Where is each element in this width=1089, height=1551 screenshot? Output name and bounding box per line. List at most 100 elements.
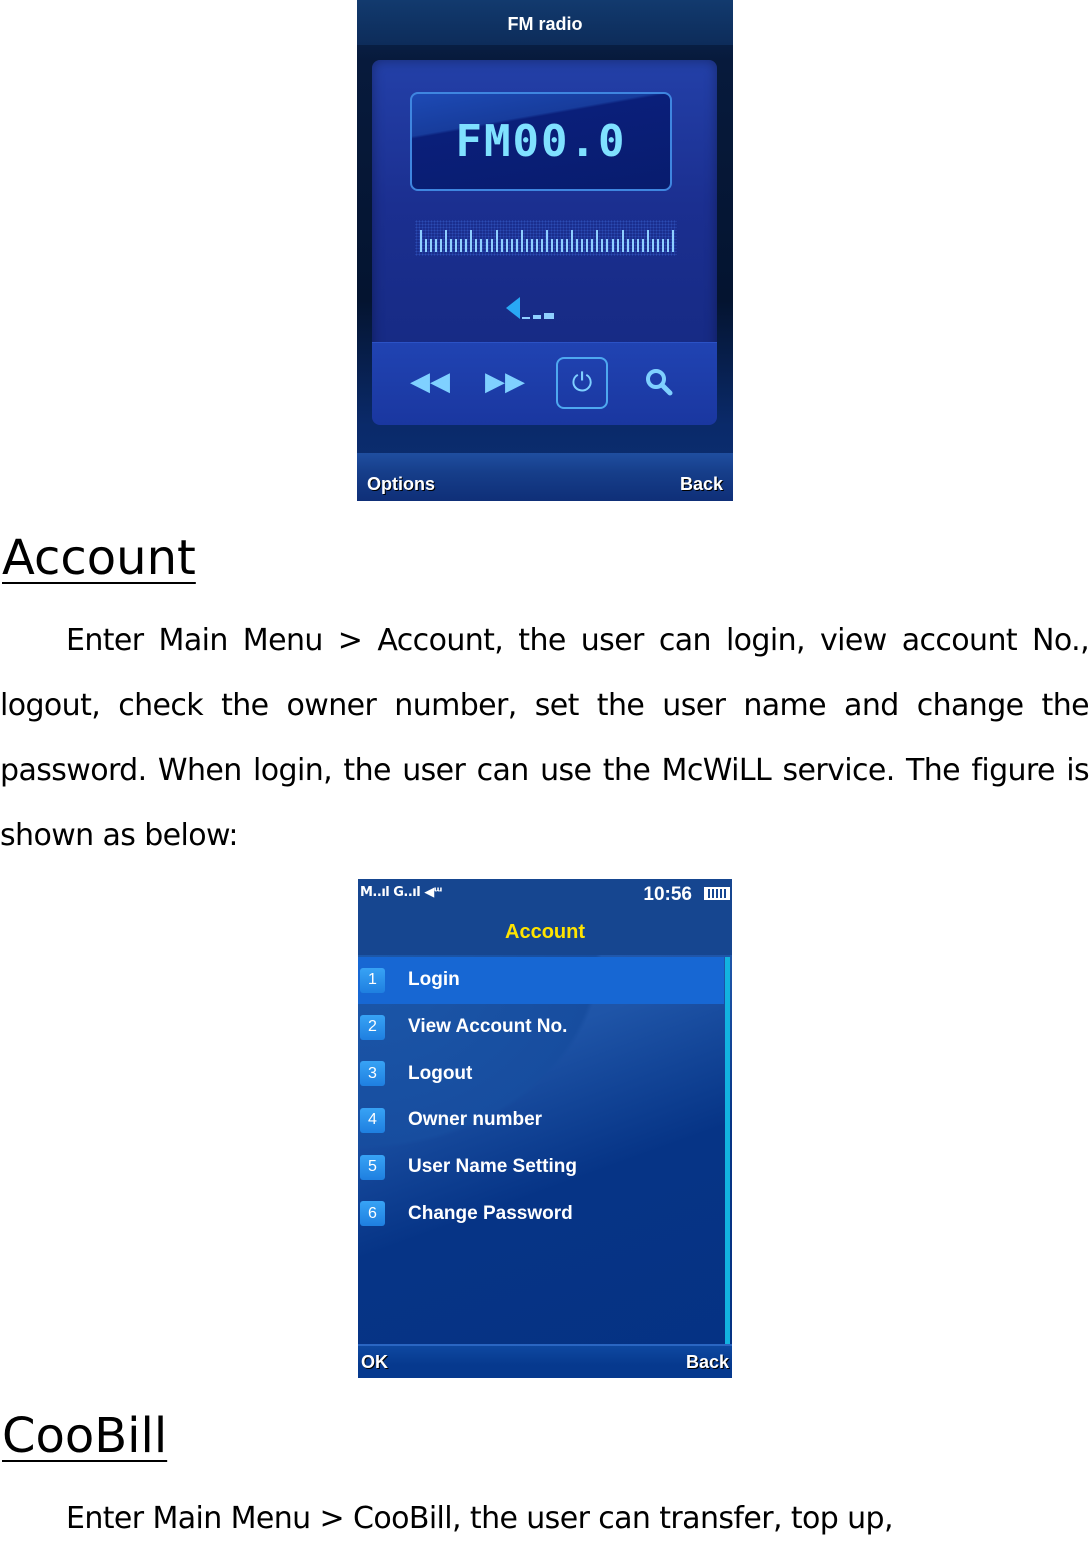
search-button[interactable] (634, 357, 684, 407)
scale-tick (626, 239, 629, 252)
scale-tick (515, 239, 518, 252)
scale-tick (546, 230, 548, 252)
scale-tick (420, 230, 422, 252)
rewind-icon: ◀◀ (410, 367, 450, 397)
scale-tick (581, 239, 584, 252)
scale-tick (425, 239, 428, 252)
clock: 10:56 (643, 884, 692, 905)
coobill-paragraph: Enter Main Menu > CooBill, the user can … (0, 1486, 1089, 1551)
scale-tick (601, 239, 604, 252)
scale-tick (455, 239, 458, 252)
scale-tick (561, 239, 564, 252)
fast-forward-icon: ▶▶ (485, 367, 525, 397)
scale-tick (586, 239, 589, 252)
scale-tick (616, 239, 619, 252)
scale-tick (480, 239, 483, 252)
scale-tick (656, 239, 659, 252)
scale-tick (672, 230, 674, 252)
account-menu-list: 1 Login 2 View Account No. 3 Logout 4 Ow… (358, 957, 724, 1237)
scale-tick (430, 239, 433, 252)
number-badge: 2 (360, 1014, 385, 1040)
scale-tick (460, 239, 463, 252)
scale-tick (621, 230, 624, 252)
scale-tick (631, 239, 634, 252)
scale-tick (661, 239, 664, 252)
volume-indicator[interactable] (506, 297, 566, 321)
scale-tick (535, 239, 538, 252)
scale-tick (445, 230, 448, 252)
scale-tick (485, 239, 488, 252)
fm-panel: FM00.0 ◀◀ ▶▶ ⏻ (372, 60, 717, 425)
volume-bar (533, 315, 541, 319)
scale-tick (470, 230, 473, 252)
number-badge: 6 (360, 1201, 385, 1227)
scale-tick (525, 239, 528, 252)
fast-forward-button[interactable]: ▶▶ (480, 357, 530, 407)
scale-tick (540, 239, 543, 252)
menu-item-user-name-setting[interactable]: 5 User Name Setting (358, 1144, 724, 1191)
number-badge: 3 (360, 1061, 385, 1087)
menu-item-change-password[interactable]: 6 Change Password (358, 1190, 724, 1237)
softkey-bar (358, 1344, 732, 1378)
menu-item-view-account-no[interactable]: 2 View Account No. (358, 1004, 724, 1051)
scrollbar[interactable] (725, 957, 730, 1347)
account-screenshot: M..ıl G..ıl ◀ᵚ 10:56 Account 1 Login 2 V… (358, 879, 732, 1378)
menu-item-logout[interactable]: 3 Logout (358, 1050, 724, 1097)
back-softkey[interactable]: Back (680, 474, 723, 495)
scale-tick (641, 239, 644, 252)
number-badge: 4 (360, 1107, 385, 1133)
menu-item-label: Owner number (408, 1109, 543, 1131)
coobill-paragraph-text: Enter Main Menu > CooBill, the user can … (66, 1501, 894, 1536)
search-icon (646, 369, 673, 396)
fm-title: FM radio (507, 14, 583, 34)
number-badge: 5 (360, 1154, 385, 1180)
scale-tick (591, 239, 594, 252)
menu-item-label: Login (408, 969, 460, 991)
volume-bar (522, 317, 530, 319)
signal-indicators: M..ıl G..ıl ◀ᵚ (360, 885, 442, 900)
frequency-display: FM00.0 (410, 92, 672, 191)
scale-tick (556, 239, 559, 252)
menu-item-login[interactable]: 1 Login (358, 957, 724, 1004)
scale-tick (500, 239, 503, 252)
frequency-readout: FM00.0 (455, 116, 627, 167)
scale-tick (566, 239, 569, 252)
scale-tick (510, 239, 513, 252)
ok-softkey[interactable]: OK (361, 1352, 388, 1373)
number-badge: 1 (360, 967, 385, 993)
scale-tick (495, 230, 498, 252)
status-bar: M..ıl G..ıl ◀ᵚ 10:56 (358, 879, 732, 913)
menu-item-label: View Account No. (408, 1016, 568, 1038)
scale-tick (646, 230, 649, 252)
scale-tick (530, 239, 533, 252)
power-icon: ⏻ (571, 367, 593, 398)
menu-item-label: User Name Setting (408, 1156, 577, 1178)
options-softkey[interactable]: Options (367, 474, 435, 495)
scale-tick (606, 239, 609, 252)
coobill-heading: CooBill (2, 1408, 168, 1464)
back-softkey[interactable]: Back (686, 1352, 729, 1373)
scale-tick (666, 239, 669, 252)
scale-tick (551, 239, 554, 252)
speaker-icon (506, 297, 520, 319)
rewind-button[interactable]: ◀◀ (405, 357, 455, 407)
scale-tick (611, 239, 614, 252)
battery-icon (704, 887, 730, 900)
tuning-scale (415, 220, 677, 256)
scale-tick (596, 230, 599, 252)
account-heading: Account (2, 530, 196, 586)
scale-tick (475, 239, 478, 252)
scale-tick (636, 239, 639, 252)
account-menu-title: Account (505, 921, 585, 943)
scale-tick (450, 239, 453, 252)
scale-tick (651, 239, 654, 252)
volume-bar (544, 313, 554, 319)
menu-item-label: Logout (408, 1062, 473, 1084)
tuning-ticks (420, 228, 674, 252)
power-button[interactable]: ⏻ (556, 357, 608, 409)
fm-controls: ◀◀ ▶▶ ⏻ (372, 342, 717, 425)
menu-item-owner-number[interactable]: 4 Owner number (358, 1097, 724, 1144)
account-paragraph: Enter Main Menu > Account, the user can … (0, 608, 1089, 868)
scale-tick (435, 239, 438, 252)
scale-tick (571, 230, 574, 252)
